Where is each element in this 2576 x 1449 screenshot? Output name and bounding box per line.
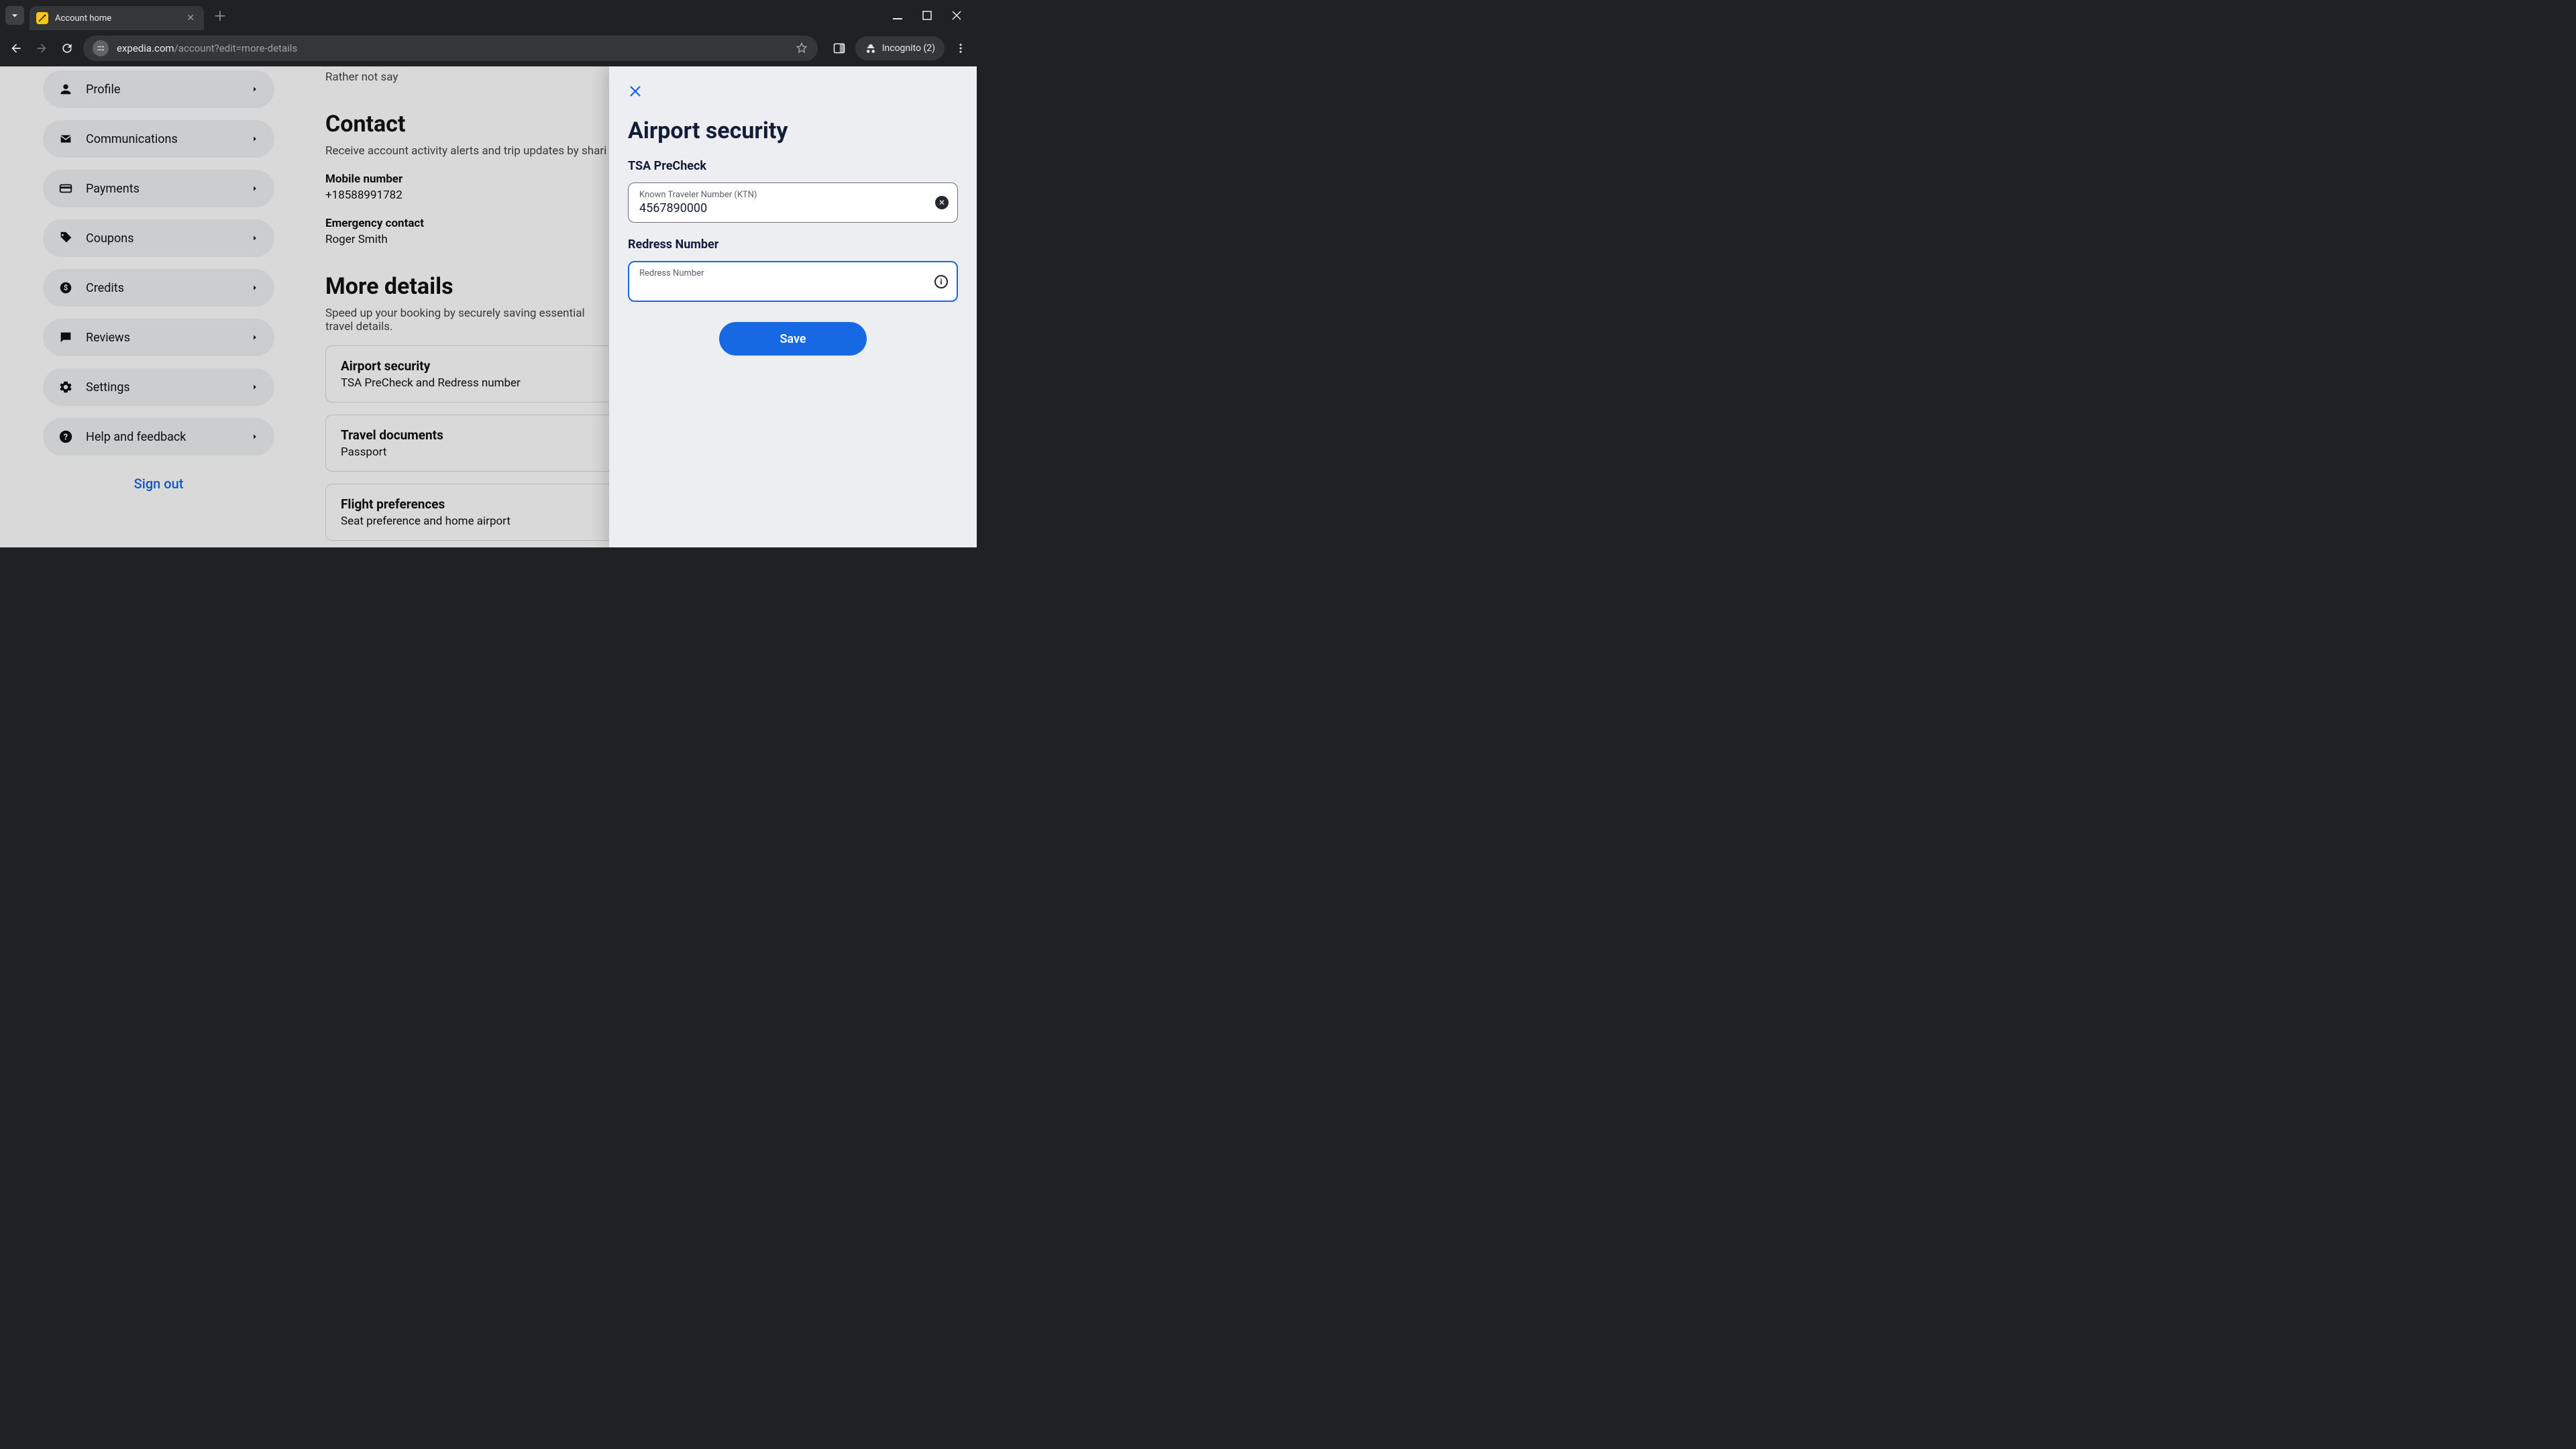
ktn-clear-button[interactable]: ✕ [934,195,949,210]
kebab-icon [955,42,967,54]
window-controls [892,10,971,21]
clear-icon: ✕ [935,196,949,209]
expedia-favicon-icon [36,12,48,24]
redress-field[interactable]: Redress Number i [628,261,958,302]
url-text: expedia.com/account?edit=more-details [117,42,297,54]
panel-close-button[interactable] [628,84,958,99]
url-path: /account?edit=more-details [174,42,298,54]
tab-search-button[interactable] [5,6,24,25]
redress-float-label: Redress Number [639,268,926,278]
bookmark-button[interactable] [795,42,808,55]
url-host: expedia.com [117,42,174,54]
address-bar[interactable]: expedia.com/account?edit=more-details [83,36,818,61]
ktn-float-label: Known Traveler Number (KTN) [639,190,926,200]
arrow-left-icon [9,42,23,55]
panel-heading: Airport security [628,117,958,144]
tsa-group-label: TSA PreCheck [628,159,958,173]
ktn-input[interactable] [639,201,926,215]
star-icon [795,42,808,55]
browser-tab[interactable]: Account home ✕ [30,6,204,30]
incognito-icon [865,42,877,54]
ktn-field[interactable]: Known Traveler Number (KTN) ✕ [628,182,958,223]
minimize-button[interactable] [892,10,903,21]
reload-button[interactable] [58,39,76,58]
side-panel-button[interactable] [830,39,849,58]
save-button[interactable]: Save [719,322,867,356]
redress-group-label: Redress Number [628,237,958,252]
airport-security-panel: Airport security TSA PreCheck Known Trav… [609,66,977,547]
browser-titlebar: Account home ✕ ＋ [0,0,977,30]
tab-close-button[interactable]: ✕ [186,13,195,23]
panel-icon [833,42,846,55]
new-tab-button[interactable]: ＋ [211,6,229,25]
info-icon: i [934,275,948,288]
close-icon [628,84,643,99]
redress-input[interactable] [639,280,926,294]
forward-button[interactable] [32,39,51,58]
back-button[interactable] [7,39,25,58]
site-settings-icon[interactable] [93,40,109,56]
incognito-chip[interactable]: Incognito (2) [855,36,945,60]
browser-toolbar: expedia.com/account?edit=more-details In… [0,30,977,66]
chevron-down-icon [8,9,21,22]
maximize-button[interactable] [922,10,932,21]
browser-menu-button[interactable] [951,39,970,58]
arrow-right-icon [35,42,48,55]
tab-title: Account home [55,13,180,23]
reload-icon [60,42,74,55]
close-window-button[interactable] [951,10,962,21]
redress-info-button[interactable]: i [934,274,949,289]
incognito-label: Incognito (2) [882,43,935,54]
